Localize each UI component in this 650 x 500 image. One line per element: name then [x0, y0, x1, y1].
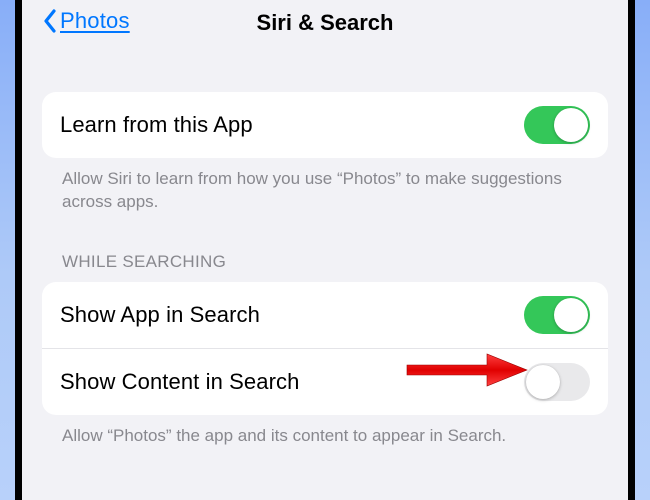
toggle-learn-from-app[interactable]: [524, 106, 590, 144]
section-header-while-searching: WHILE SEARCHING: [42, 214, 608, 282]
back-button[interactable]: Photos: [42, 8, 130, 34]
toggle-knob: [526, 365, 560, 399]
row-label: Show Content in Search: [60, 369, 299, 395]
device-frame: Photos Siri & Search Learn from this App…: [15, 0, 635, 500]
toggle-knob: [554, 108, 588, 142]
toggle-show-content-in-search[interactable]: [524, 363, 590, 401]
row-label: Show App in Search: [60, 302, 260, 328]
row-label: Learn from this App: [60, 112, 253, 138]
group-footer-learn: Allow Siri to learn from how you use “Ph…: [42, 158, 608, 214]
settings-screen: Photos Siri & Search Learn from this App…: [22, 0, 628, 500]
row-show-content-in-search[interactable]: Show Content in Search: [42, 348, 608, 415]
row-learn-from-app[interactable]: Learn from this App: [42, 92, 608, 158]
content-area: Learn from this App Allow Siri to learn …: [22, 52, 628, 448]
toggle-knob: [554, 298, 588, 332]
nav-bar: Photos Siri & Search: [22, 0, 628, 52]
settings-group-learn: Learn from this App: [42, 92, 608, 158]
settings-group-searching: Show App in Search Show Content in Searc…: [42, 282, 608, 415]
group-footer-searching: Allow “Photos” the app and its content t…: [42, 415, 608, 448]
toggle-show-app-in-search[interactable]: [524, 296, 590, 334]
back-label: Photos: [60, 8, 130, 34]
row-show-app-in-search[interactable]: Show App in Search: [42, 282, 608, 348]
chevron-left-icon: [42, 8, 58, 34]
